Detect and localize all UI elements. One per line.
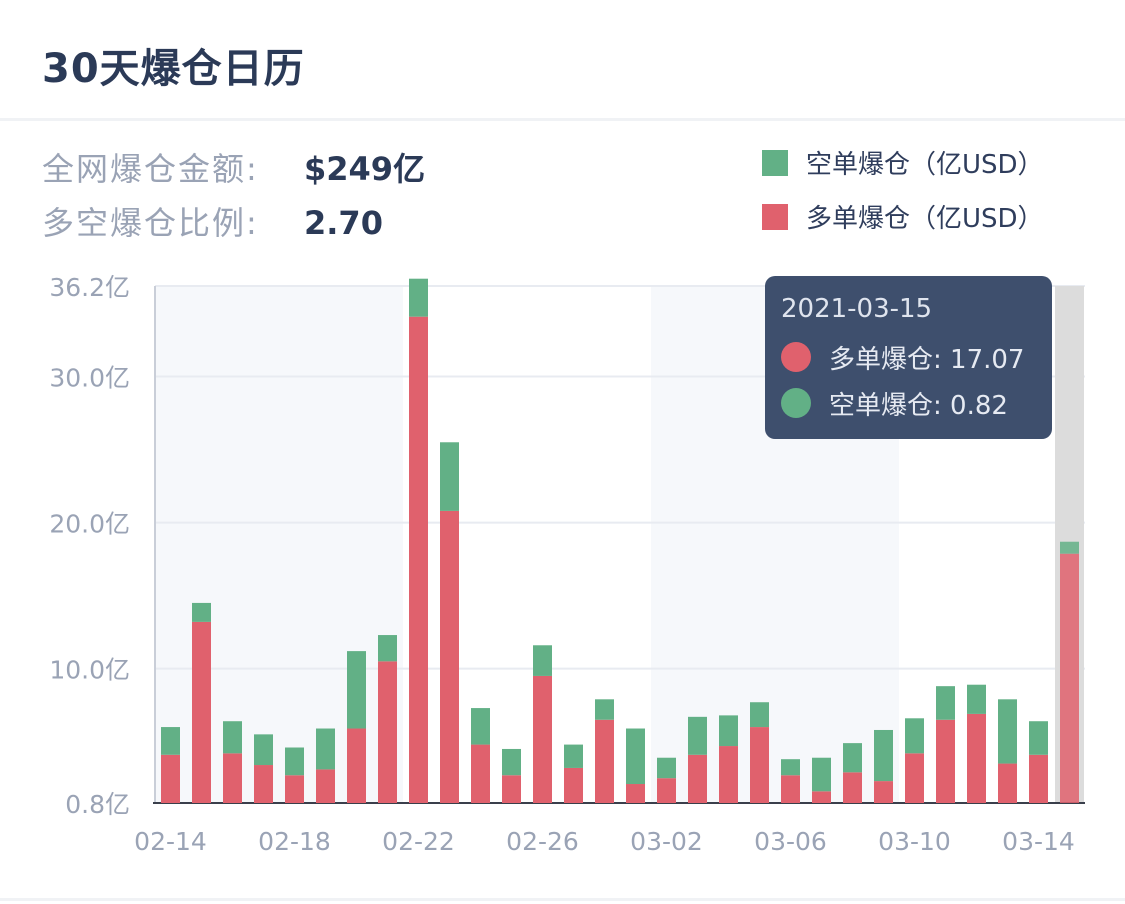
bar-short [1060,541,1079,554]
bar-short [471,708,490,745]
bar-short [874,729,893,782]
bar-short [719,715,738,747]
y-tick-label: 0.8亿 [65,790,130,819]
x-tick-label: 02-18 [258,827,331,856]
bar-long [223,753,242,803]
bar-short [285,747,304,776]
bar-long [564,767,583,803]
bar-short [533,645,552,676]
bar-long [533,675,552,803]
bar-short [254,734,273,766]
bar-long [254,765,273,803]
tooltip-date: 2021-03-15 [781,294,933,324]
bar-long [967,713,986,803]
bar-long [378,661,397,803]
bar-short [378,635,397,662]
bar-short [409,278,428,317]
bar-short [192,602,211,622]
bar-short [564,744,583,768]
bar-long [750,727,769,803]
y-tick-label: 10.0亿 [49,656,130,685]
bar-long [502,775,521,803]
bar-long [781,775,800,803]
bar-long [1029,754,1048,803]
bar-short [626,728,645,785]
bar-long [595,719,614,803]
bar-short [502,748,521,776]
y-tick-label: 20.0亿 [49,510,130,539]
bar-short [781,759,800,776]
bar-long [1060,553,1079,803]
bar-long [285,775,304,803]
y-tick-label: 30.0亿 [49,364,130,393]
bar-long [905,753,924,803]
bar-short [998,699,1017,764]
x-tick-label: 02-26 [506,827,579,856]
bar-short [843,743,862,773]
bar-short [347,651,366,729]
bar-short [750,702,769,728]
x-tick-label: 02-14 [134,827,207,856]
y-tick-label: 36.2亿 [49,273,130,302]
bar-long [192,621,211,803]
bar-short [688,716,707,755]
bar-long [936,719,955,803]
bar-long [812,791,831,803]
tooltip-dot-short [781,388,811,418]
bar-long [843,772,862,803]
chart-tooltip: 2021-03-15 多单爆仓: 17.07 空单爆仓: 0.82 [765,276,1052,439]
bar-short [595,699,614,720]
bar-short [905,718,924,754]
bar-long [316,769,335,803]
tooltip-dot-long [781,342,811,372]
bar-long [688,754,707,803]
tooltip-label-long: 多单爆仓: 17.07 [829,344,1025,375]
bar-short [161,727,180,755]
footer-divider [0,898,1125,901]
bar-long [626,784,645,803]
bar-long [471,744,490,803]
bar-short [1029,721,1048,755]
bar-short [440,442,459,511]
bar-long [161,754,180,803]
tooltip-row-short: 空单爆仓: 0.82 [781,380,1036,426]
bar-long [657,778,676,803]
bar-short [657,757,676,779]
liquidation-bar-chart[interactable]: 36.2亿 30.0亿 20.0亿 10.0亿 0.8亿02-14 02-18 02-22 0… [0,0,1125,904]
tooltip-label-short: 空单爆仓: 0.82 [829,390,1008,421]
bar-short [316,728,335,770]
bar-short [936,686,955,720]
bar-long [874,781,893,803]
tooltip-row-long: 多单爆仓: 17.07 [781,334,1036,380]
x-tick-label: 03-06 [754,827,827,856]
bar-long [440,510,459,803]
bar-short [967,684,986,714]
x-tick-label: 02-22 [382,827,455,856]
bar-short [223,721,242,754]
x-tick-label: 03-14 [1002,827,1075,856]
bar-long [409,316,428,803]
bar-short [812,757,831,792]
bar-long [719,746,738,803]
bar-long [998,763,1017,803]
bar-long [347,728,366,803]
x-tick-label: 03-02 [630,827,703,856]
x-tick-label: 03-10 [878,827,951,856]
